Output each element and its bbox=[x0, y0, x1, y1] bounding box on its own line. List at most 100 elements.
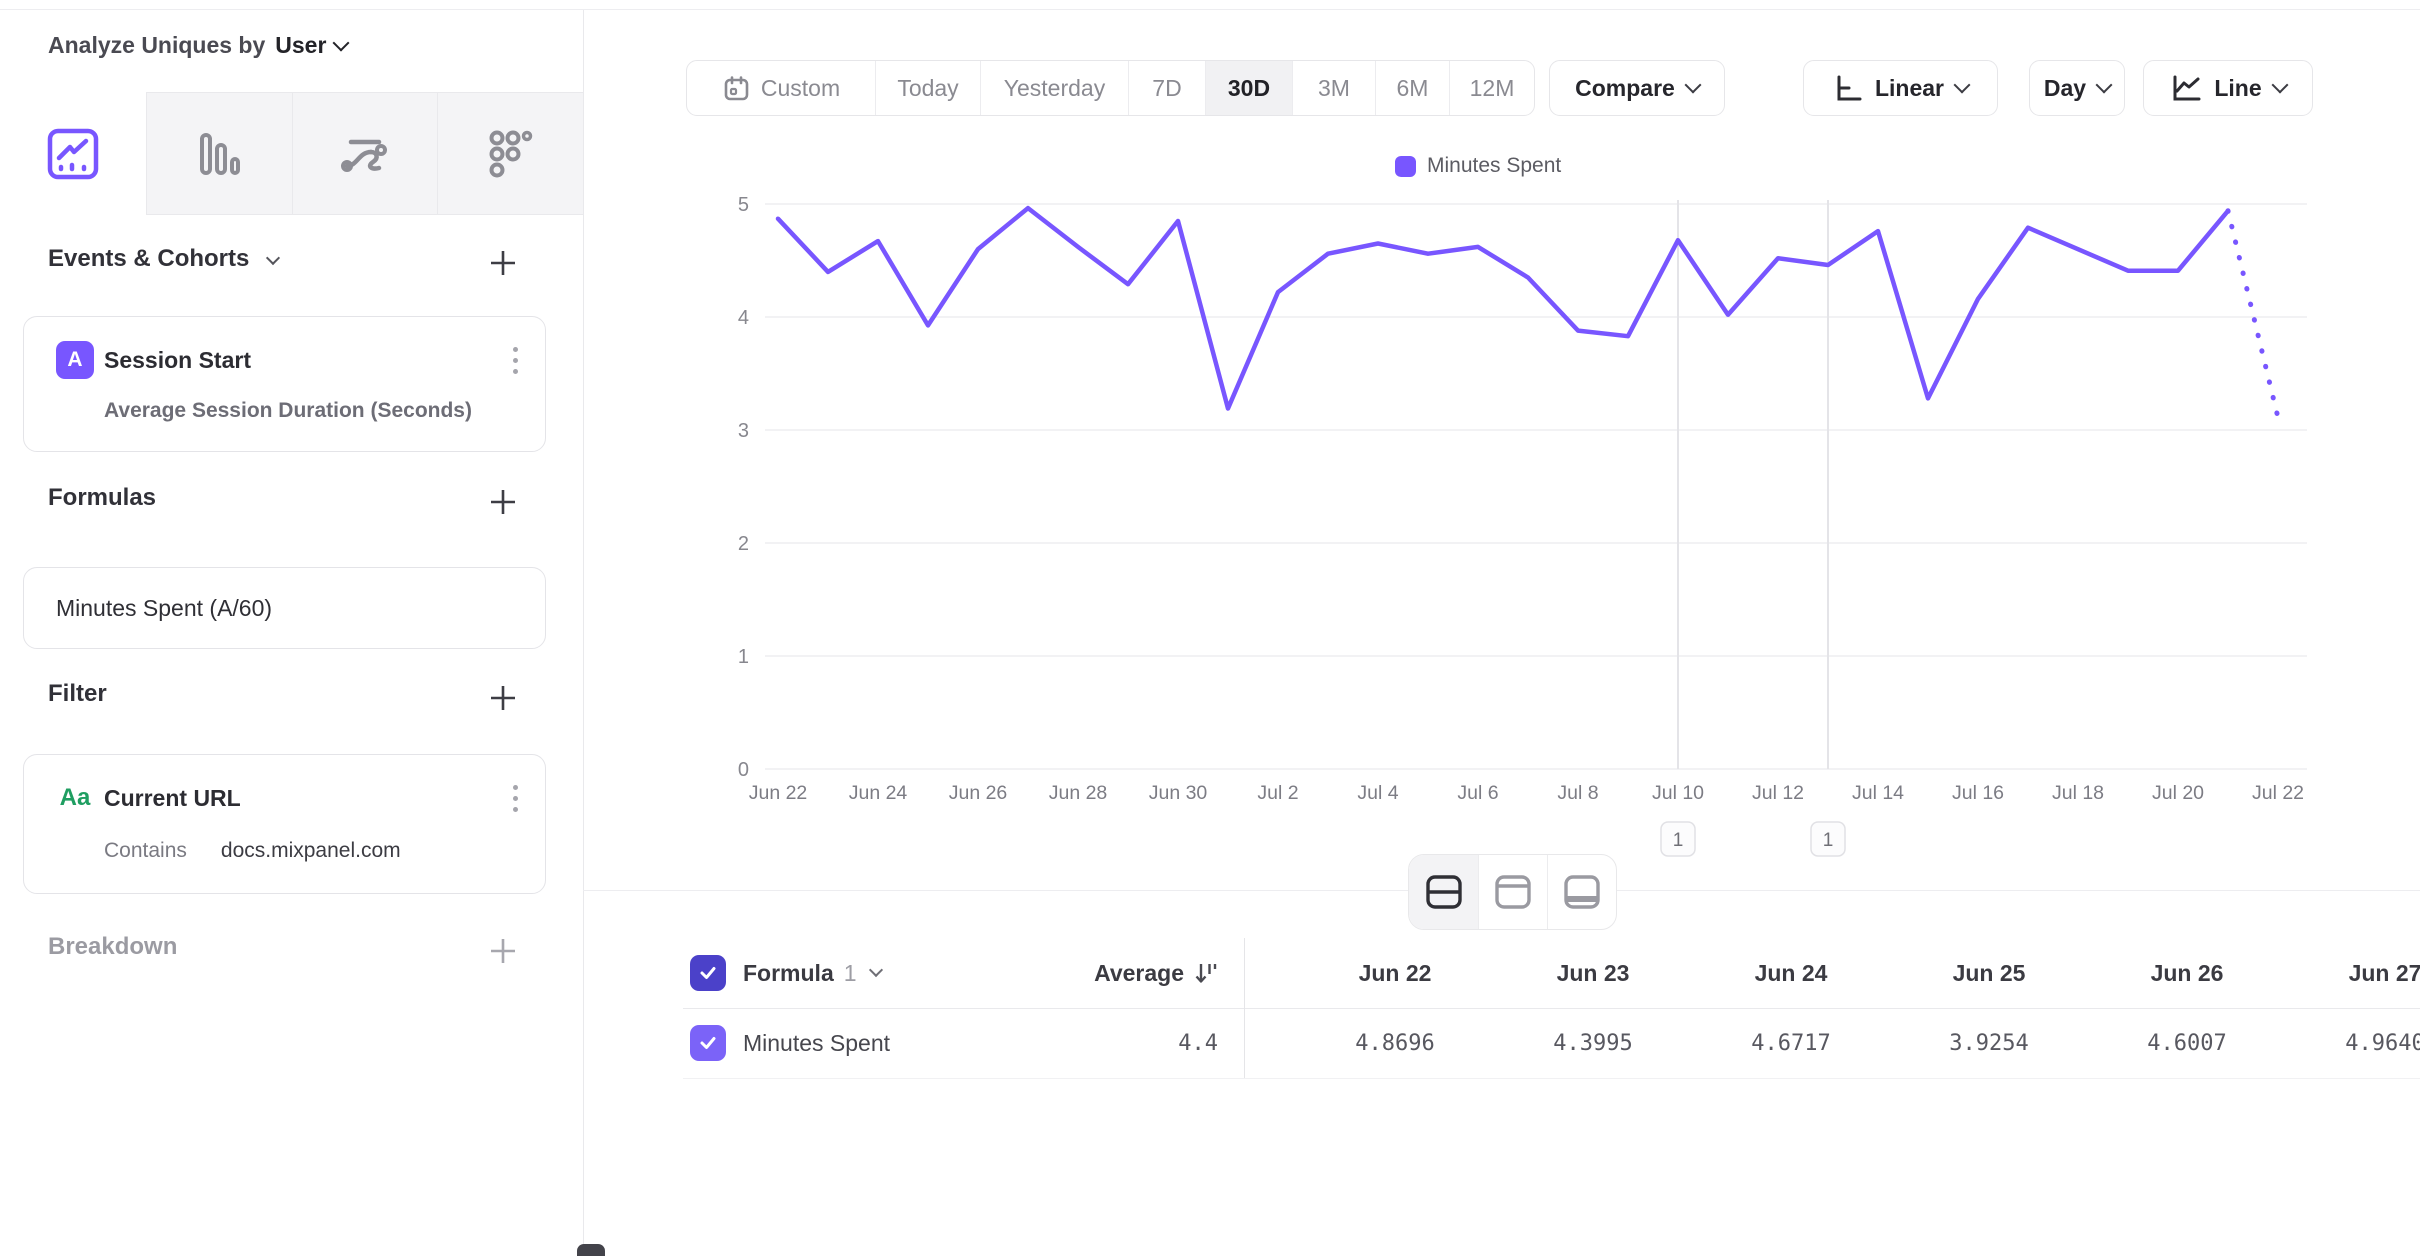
x-tick-label: Jul 12 bbox=[1752, 782, 1804, 804]
date-column-header[interactable]: Jun 22 bbox=[1296, 938, 1494, 1008]
line-chart[interactable]: 01234511Jun 22Jun 24Jun 26Jun 28Jun 30Ju… bbox=[583, 130, 2420, 890]
x-tick-label: Jul 8 bbox=[1557, 782, 1598, 804]
date-value-cell: 3.9254 bbox=[1890, 1008, 2088, 1078]
layout-table-view-toggle[interactable] bbox=[1547, 855, 1616, 929]
x-tick-label: Jun 26 bbox=[949, 782, 1008, 804]
formula-column-label[interactable]: Formula bbox=[743, 960, 834, 987]
tab-insights[interactable] bbox=[0, 92, 146, 215]
average-column-header[interactable]: Average bbox=[963, 938, 1218, 1008]
formula-expression: Minutes Spent (A/60) bbox=[56, 595, 272, 622]
tab-funnels[interactable] bbox=[146, 92, 292, 215]
add-formula-button[interactable] bbox=[488, 487, 518, 517]
layout-toggle-group bbox=[1408, 854, 1617, 930]
average-value: 4.4 bbox=[963, 1008, 1218, 1078]
date-column-header[interactable]: Jun 23 bbox=[1494, 938, 1692, 1008]
report-type-tabs bbox=[0, 92, 583, 215]
filter-card-current-url[interactable]: Aa Current URL Contains docs.mixpanel.co… bbox=[23, 754, 546, 894]
select-all-checkbox[interactable] bbox=[690, 955, 726, 991]
x-tick-label: Jul 14 bbox=[1852, 782, 1904, 804]
layout-chart-view-toggle[interactable] bbox=[1478, 855, 1547, 929]
event-title: Session Start bbox=[104, 347, 251, 374]
table-view-icon bbox=[1562, 874, 1602, 910]
query-builder-sidebar: Analyze Uniques by User bbox=[0, 10, 584, 1256]
formula-card[interactable]: Minutes Spent (A/60) bbox=[23, 567, 546, 649]
results-table: Formula 1 Average Jun 22Jun 23Jun 24Jun … bbox=[583, 938, 2420, 1080]
date-value-cell: 4.8696 bbox=[1296, 1008, 1494, 1078]
calendar-icon bbox=[722, 74, 751, 103]
x-tick-label: Jun 24 bbox=[849, 782, 908, 804]
mixpanel-insights-app: Analyze Uniques by User bbox=[0, 0, 2420, 1256]
uniques-by-selector[interactable]: User bbox=[275, 32, 347, 59]
granularity-day-button[interactable]: Day bbox=[2029, 60, 2125, 116]
filter-kebab-menu-icon[interactable] bbox=[511, 785, 519, 812]
check-icon bbox=[698, 1033, 718, 1053]
x-tick-label: Jul 6 bbox=[1457, 782, 1498, 804]
chevron-down-icon bbox=[2271, 77, 2288, 94]
formulas-header: Formulas bbox=[48, 484, 156, 512]
range-6m[interactable]: 6M bbox=[1375, 61, 1449, 115]
x-tick-label: Jul 4 bbox=[1357, 782, 1398, 804]
event-kebab-menu-icon[interactable] bbox=[511, 347, 519, 374]
chart-type-line-button[interactable]: Line bbox=[2143, 60, 2313, 116]
series-line bbox=[778, 208, 2228, 408]
table-header-divider bbox=[683, 1008, 2420, 1009]
range-3m[interactable]: 3M bbox=[1292, 61, 1375, 115]
chevron-down-icon bbox=[1954, 77, 1971, 94]
report-main-area: CustomTodayYesterday7D30D3M6M12M Compare… bbox=[583, 0, 2420, 1256]
range-custom[interactable]: Custom bbox=[687, 61, 875, 115]
x-tick-label: Jul 18 bbox=[2052, 782, 2104, 804]
scale-linear-button[interactable]: Linear bbox=[1803, 60, 1998, 116]
annotation-badge-label: 1 bbox=[1673, 830, 1684, 851]
x-tick-label: Jun 22 bbox=[749, 782, 808, 804]
series-name: Minutes Spent bbox=[743, 1030, 890, 1057]
funnels-bars-icon bbox=[192, 127, 246, 181]
tab-flows[interactable] bbox=[292, 92, 438, 215]
date-value-cell: 4.9640 bbox=[2286, 1008, 2420, 1078]
x-tick-label: Jun 30 bbox=[1149, 782, 1208, 804]
date-column-header[interactable]: Jun 24 bbox=[1692, 938, 1890, 1008]
breakdown-header: Breakdown bbox=[48, 933, 177, 961]
add-event-button[interactable] bbox=[488, 248, 518, 278]
y-tick-label: 2 bbox=[738, 533, 749, 555]
x-tick-label: Jul 20 bbox=[2152, 782, 2204, 804]
date-range-control: CustomTodayYesterday7D30D3M6M12M bbox=[686, 60, 1535, 116]
compare-button[interactable]: Compare bbox=[1549, 60, 1725, 116]
table-row-divider bbox=[683, 1078, 2420, 1079]
range-30d[interactable]: 30D bbox=[1205, 61, 1292, 115]
add-breakdown-button[interactable] bbox=[488, 936, 518, 966]
y-tick-label: 4 bbox=[738, 307, 749, 329]
date-column-header[interactable]: Jun 27 bbox=[2286, 938, 2420, 1008]
filter-value[interactable]: docs.mixpanel.com bbox=[221, 839, 401, 863]
date-value-cell: 4.6007 bbox=[2088, 1008, 2286, 1078]
y-tick-label: 5 bbox=[738, 194, 749, 216]
layout-split-view-toggle[interactable] bbox=[1409, 855, 1478, 929]
row-checkbox[interactable] bbox=[690, 1025, 726, 1061]
x-tick-label: Jul 16 bbox=[1952, 782, 2004, 804]
annotation-badge-label: 1 bbox=[1823, 830, 1834, 851]
filter-operator[interactable]: Contains bbox=[104, 839, 187, 863]
chart-view-icon bbox=[1493, 874, 1533, 910]
date-column-header[interactable]: Jun 26 bbox=[2088, 938, 2286, 1008]
range-12m[interactable]: 12M bbox=[1449, 61, 1534, 115]
chevron-down-icon bbox=[1684, 77, 1701, 94]
range-7d[interactable]: 7D bbox=[1128, 61, 1205, 115]
add-filter-button[interactable] bbox=[488, 683, 518, 713]
table-header-row: Formula 1 Average Jun 22Jun 23Jun 24Jun … bbox=[583, 938, 2420, 1008]
date-column-header[interactable]: Jun 25 bbox=[1890, 938, 2088, 1008]
x-tick-label: Jul 2 bbox=[1257, 782, 1298, 804]
filter-property-name: Current URL bbox=[104, 785, 241, 812]
split-view-icon bbox=[1424, 874, 1464, 910]
event-aggregation[interactable]: Average Session Duration (Seconds) bbox=[104, 399, 545, 423]
analyze-uniques-label: Analyze Uniques by bbox=[48, 32, 265, 59]
chevron-down-icon bbox=[266, 251, 280, 265]
table-row-minutes-spent: Minutes Spent 4.4 4.86964.39954.67173.92… bbox=[583, 1008, 2420, 1078]
event-card-session-start[interactable]: A Session Start Average Session Duration… bbox=[23, 316, 546, 452]
events-cohorts-header[interactable]: Events & Cohorts bbox=[48, 245, 278, 273]
date-value-cell: 4.3995 bbox=[1494, 1008, 1692, 1078]
formula-column-number: 1 bbox=[844, 960, 857, 987]
range-yesterday[interactable]: Yesterday bbox=[980, 61, 1128, 115]
x-tick-label: Jul 22 bbox=[2252, 782, 2304, 804]
tab-retention[interactable] bbox=[437, 92, 583, 215]
y-tick-label: 3 bbox=[738, 420, 749, 442]
range-today[interactable]: Today bbox=[875, 61, 980, 115]
